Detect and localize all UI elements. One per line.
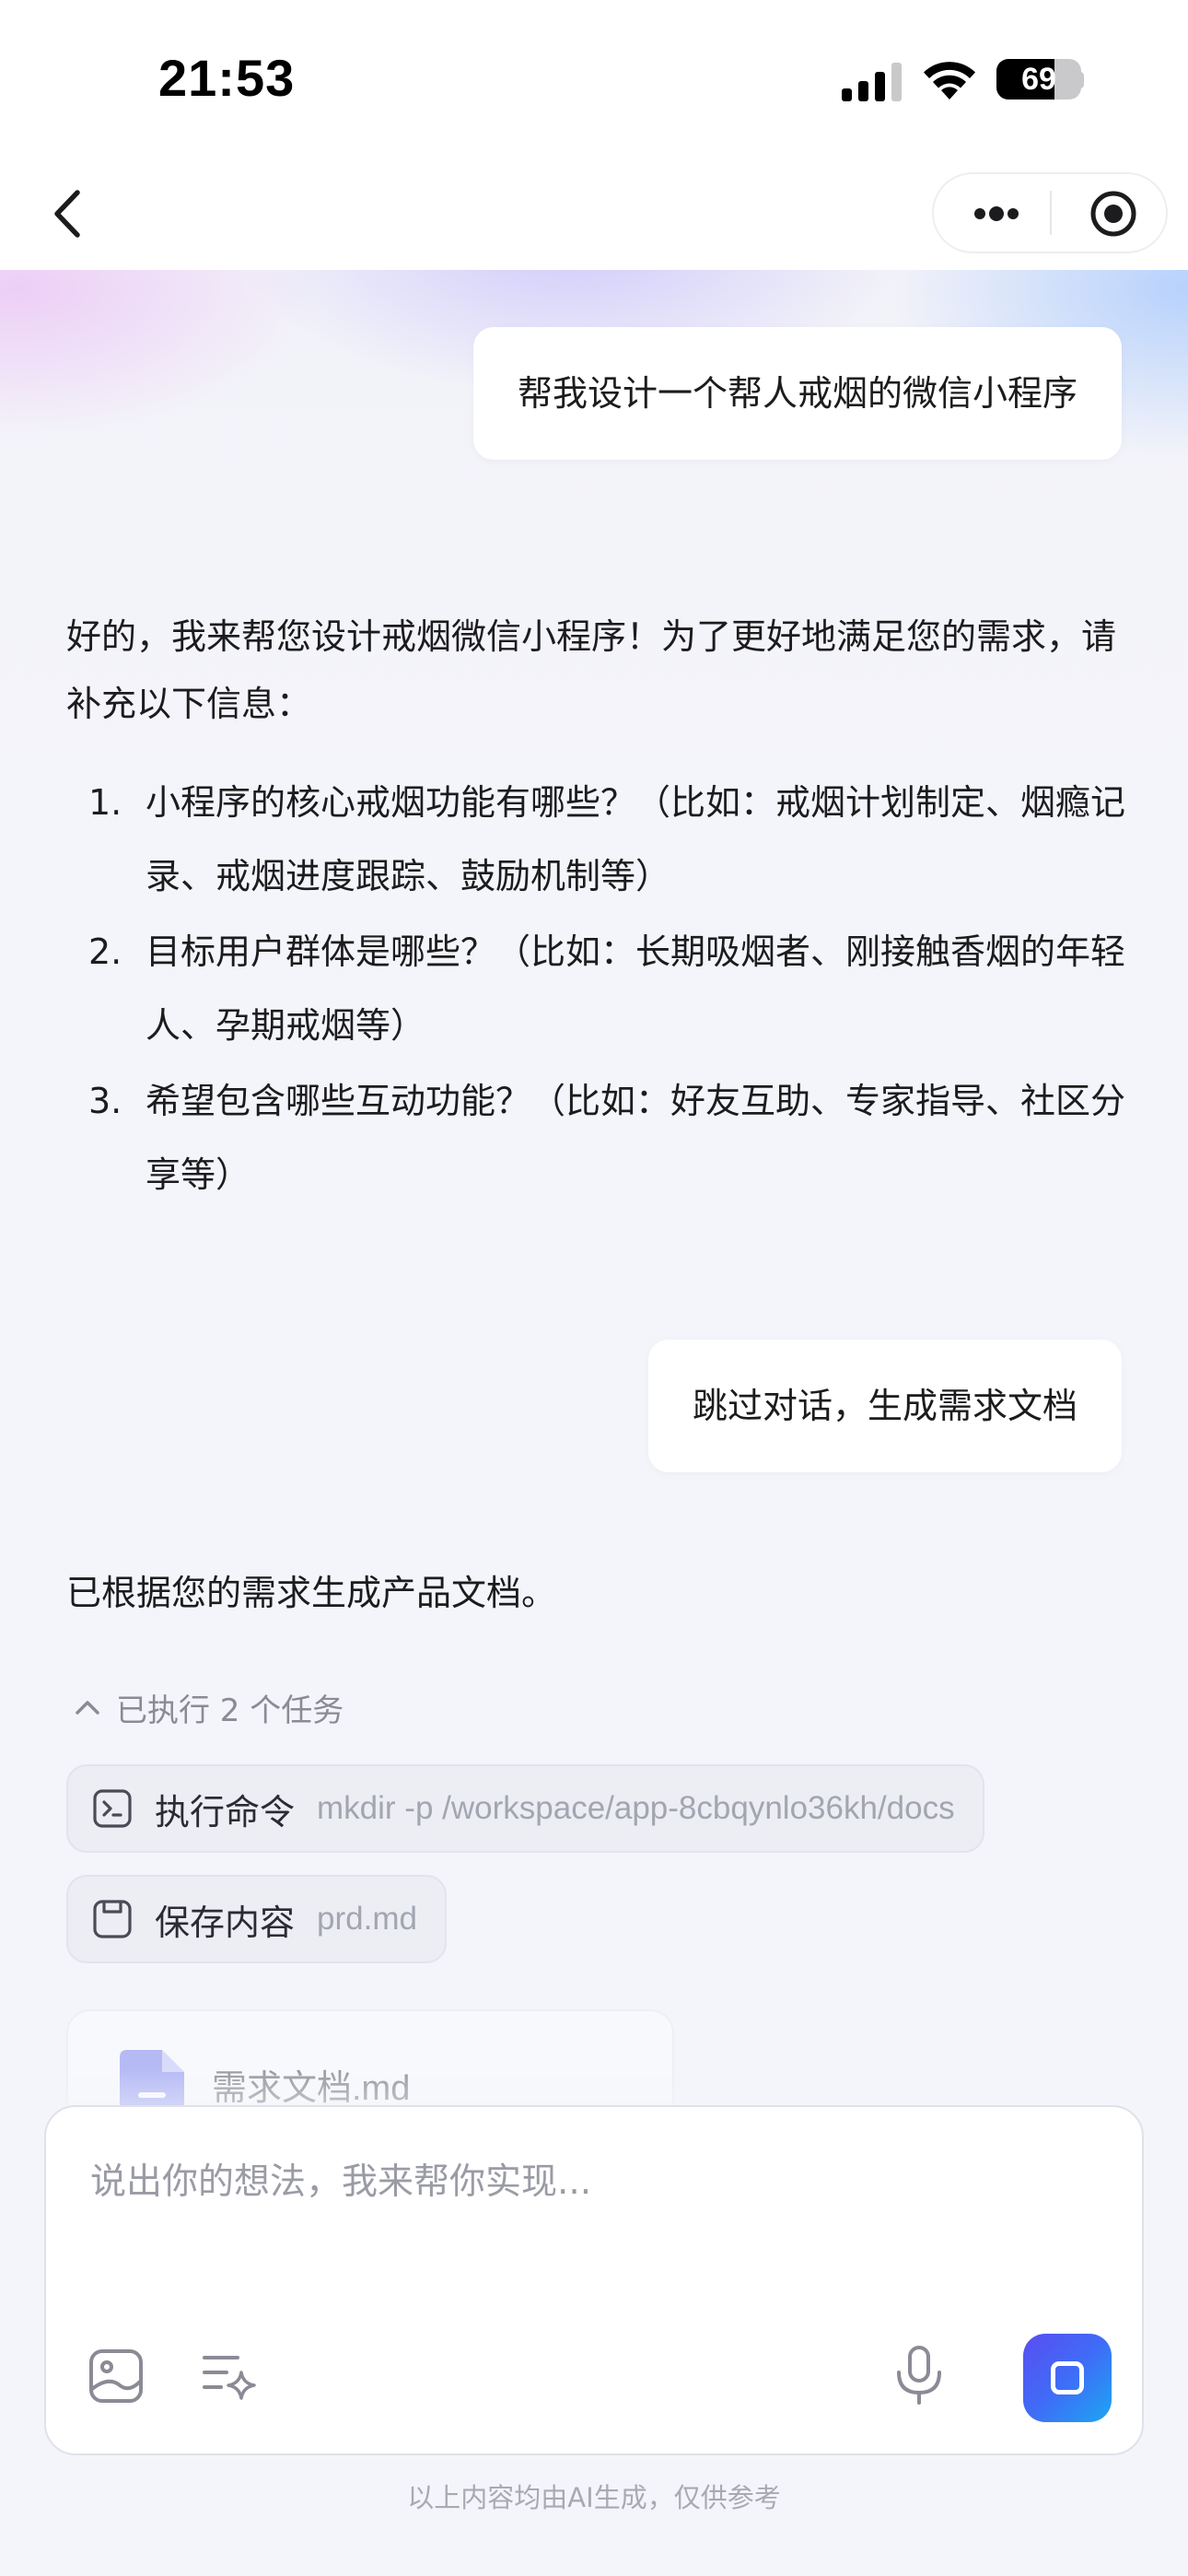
cellular-signal-icon: [842, 63, 902, 101]
image-icon[interactable]: [88, 2348, 144, 2404]
mini-program-capsule: [932, 172, 1168, 253]
save-icon: [93, 1900, 132, 1938]
sparkle-list-icon[interactable]: [201, 2350, 256, 2402]
status-bar: 21:53 69: [0, 0, 1188, 161]
list-item-text: 小程序的核心戒烟功能有哪些？（比如：戒烟计划制定、烟瘾记录、戒烟进度跟踪、鼓励机…: [146, 782, 1126, 896]
task-label: 执行命令: [155, 1791, 296, 1832]
list-item-number: 2.: [88, 931, 122, 972]
list-item: 1. 小程序的核心戒烟功能有哪些？（比如：戒烟计划制定、烟瘾记录、戒烟进度跟踪、…: [66, 766, 1125, 913]
ai-disclaimer: 以上内容均由AI生成，仅供参考: [407, 2482, 781, 2513]
battery-indicator: 69: [996, 59, 1081, 100]
task-detail: mkdir -p /workspace/app-8cbqynlo36kh/doc…: [317, 1790, 955, 1826]
list-item-text: 希望包含哪些互动功能？（比如：好友互助、专家指导、社区分享等）: [146, 1081, 1126, 1195]
task-label: 保存内容: [155, 1902, 296, 1943]
list-item-number: 3.: [88, 1081, 122, 1121]
user-message-bubble: 帮我设计一个帮人戒烟的微信小程序: [472, 327, 1122, 460]
list-item-number: 1.: [88, 782, 122, 823]
terminal-icon: [93, 1789, 132, 1828]
list-item: 3. 希望包含哪些互动功能？（比如：好友互助、专家指导、社区分享等）: [66, 1064, 1125, 1212]
ai-question-list: 1. 小程序的核心戒烟功能有哪些？（比如：戒烟计划制定、烟瘾记录、戒烟进度跟踪、…: [66, 766, 1125, 1213]
capsule-divider: [1050, 191, 1052, 235]
status-time: 21:53: [158, 49, 296, 107]
back-chevron-icon[interactable]: [37, 181, 101, 246]
message-input[interactable]: 说出你的想法，我来帮你实现...: [90, 2153, 591, 2205]
more-ellipsis-icon[interactable]: [952, 187, 1041, 240]
wifi-icon: [924, 62, 975, 100]
task-chip-command[interactable]: 执行命令 mkdir -p /workspace/app-8cbqynlo36k…: [66, 1764, 984, 1853]
task-chip-save[interactable]: 保存内容 prd.md: [66, 1875, 447, 1963]
send-stop-button[interactable]: [1023, 2334, 1112, 2422]
battery-level: 69: [1021, 62, 1056, 97]
message-input-panel[interactable]: 说出你的想法，我来帮你实现...: [44, 2105, 1144, 2455]
nav-bar: [0, 161, 1188, 270]
ai-reply-text: 已根据您的需求生成产品文档。: [66, 1573, 557, 1613]
microphone-icon[interactable]: [891, 2345, 947, 2406]
task-detail: prd.md: [317, 1901, 417, 1937]
close-target-icon[interactable]: [1070, 187, 1153, 240]
list-item: 2. 目标用户群体是哪些？（比如：长期吸烟者、刚接触香烟的年轻人、孕期戒烟等）: [66, 915, 1125, 1062]
user-message-bubble: 跳过对话，生成需求文档: [647, 1340, 1122, 1472]
tasks-toggle[interactable]: 已执行 2 个任务: [72, 1684, 344, 1730]
chevron-up-icon: [76, 1701, 99, 1715]
battery-cap: [1077, 72, 1084, 88]
ai-reply-intro: 好的，我来帮您设计戒烟微信小程序！为了更好地满足您的需求，请补充以下信息：: [66, 616, 1117, 724]
stop-icon: [1051, 2361, 1084, 2395]
list-item-text: 目标用户群体是哪些？（比如：长期吸烟者、刚接触香烟的年轻人、孕期戒烟等）: [146, 931, 1126, 1046]
tasks-toggle-label: 已执行 2 个任务: [116, 1692, 344, 1729]
